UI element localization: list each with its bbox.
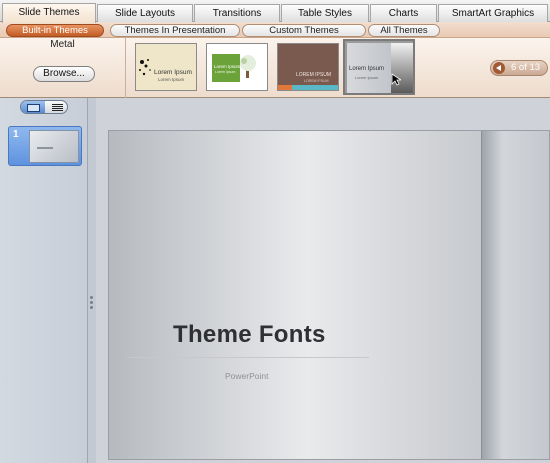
ribbon-tab-bar: Slide Themes Slide Layouts Transitions T… [0,0,550,23]
thumb-caption: Lorem Ipsum [154,69,192,76]
theme-thumb-3[interactable]: LOREM IPSUM LOREM IPSUM [277,43,339,91]
ribbon-divider [125,38,126,98]
subtab-custom-themes[interactable]: Custom Themes [242,24,366,37]
slides-pane: 1 [0,98,88,463]
tab-table-styles[interactable]: Table Styles [281,4,369,22]
slide-number: 1 [13,129,19,140]
theme-pager[interactable]: 6 of 13 [490,60,548,76]
current-theme-name: Metal [50,39,75,50]
slide-subtitle[interactable]: PowerPoint [225,371,268,381]
thumb-caption: LOREM IPSUM [296,72,332,78]
theme-thumb-4-selected[interactable]: Lorem Ipsum Lorem Ipsum [343,39,415,95]
current-slide[interactable]: Theme Fonts PowerPoint [108,130,550,460]
slide-thumbnail-1[interactable]: 1 [8,126,82,166]
previous-page-icon[interactable] [493,62,505,74]
thumb-caption: Lorem Ipsum [349,66,385,72]
slide-side-panel [481,131,549,459]
thumb-stripe-accent [278,85,292,90]
pane-splitter[interactable] [88,98,96,463]
pager-text: 6 of 13 [511,62,541,73]
ink-splatter-graphic [139,59,151,76]
ribbon-body: Metal Browse... Lorem Ipsum Lorem Ipsum … [0,38,550,98]
thumb-subcaption: Lorem Ipsum [215,70,236,74]
splitter-grip-dot [90,306,93,309]
tab-slide-themes[interactable]: Slide Themes [2,3,96,23]
slide-title-rule [127,357,369,358]
slides-view-icon[interactable] [21,101,45,113]
mouse-pointer-icon [391,73,401,86]
slide-mini-preview [29,130,79,163]
thumb-subcaption: LOREM IPSUM [304,79,329,83]
tab-transitions[interactable]: Transitions [194,4,280,22]
thumb-caption: Lorem Ipsum [214,64,241,69]
theme-thumb-2[interactable]: Lorem Ipsum Lorem Ipsum [206,43,268,91]
tab-charts[interactable]: Charts [370,4,437,22]
splitter-grip-dot [90,296,93,299]
subtab-built-in-themes[interactable]: Built-in Themes [6,24,104,37]
splitter-grip-dot [90,301,93,304]
subtab-themes-in-presentation[interactable]: Themes In Presentation [110,24,240,37]
tab-smartart-graphics[interactable]: SmartArt Graphics [438,4,548,22]
browse-button[interactable]: Browse... [33,66,95,82]
slide-title[interactable]: Theme Fonts [173,321,326,349]
theme-filter-bar: Built-in Themes Themes In Presentation C… [0,22,550,38]
slide-canvas: Theme Fonts PowerPoint [96,98,550,463]
subtab-all-themes[interactable]: All Themes [368,24,440,37]
tab-slide-layouts[interactable]: Slide Layouts [97,4,193,22]
theme-thumb-1[interactable]: Lorem Ipsum Lorem Ipsum [135,43,197,91]
thumb-subcaption: Lorem Ipsum [355,75,379,80]
thumb-subcaption: Lorem Ipsum [158,77,185,82]
view-toggle[interactable] [20,100,68,114]
outline-view-icon[interactable] [45,101,67,113]
